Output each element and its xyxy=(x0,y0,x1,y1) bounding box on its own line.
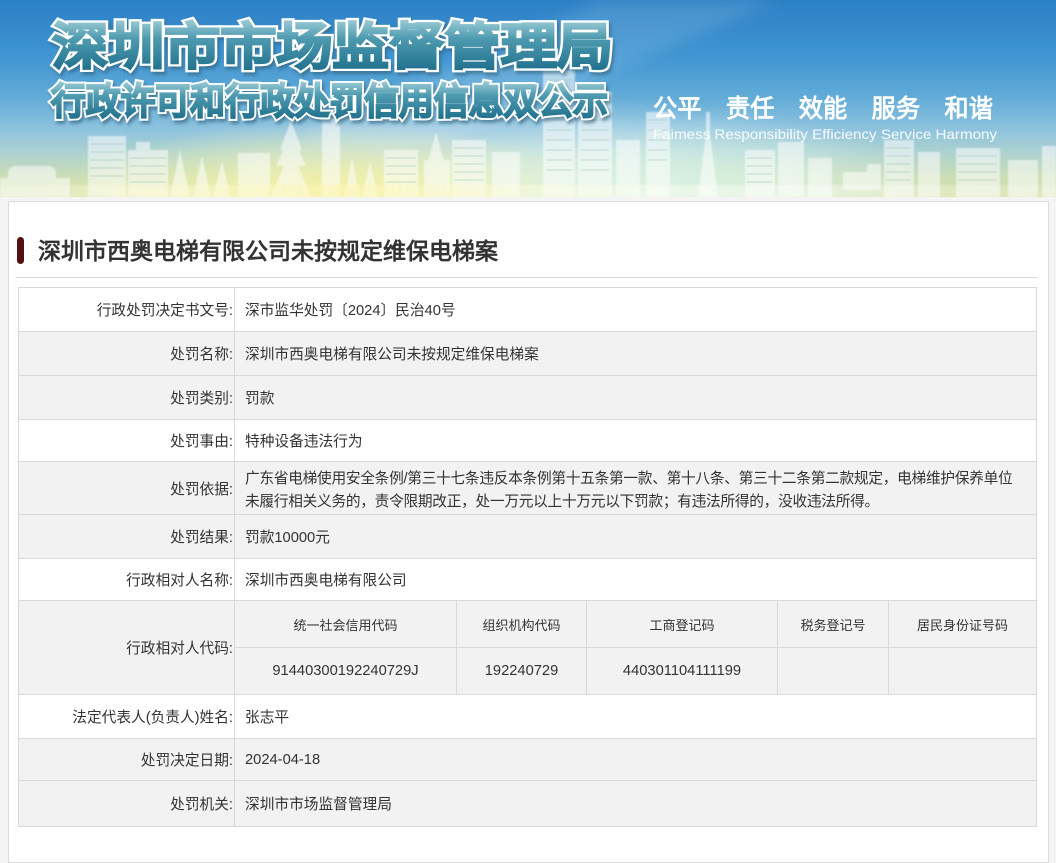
svg-text:公平 责任 效能 服务 和谐: 公平 责任 效能 服务 和谐 xyxy=(653,94,993,123)
svg-text:深圳市市场监督管理局: 深圳市市场监督管理局 xyxy=(52,19,613,75)
svg-text:Faimess Responsibility Effic: Faimess Responsibility Efficiency Servic… xyxy=(653,126,997,142)
svg-text:行政许可和行政处罚信用信息双公示: 行政许可和行政处罚信用信息双公示 xyxy=(51,81,608,122)
